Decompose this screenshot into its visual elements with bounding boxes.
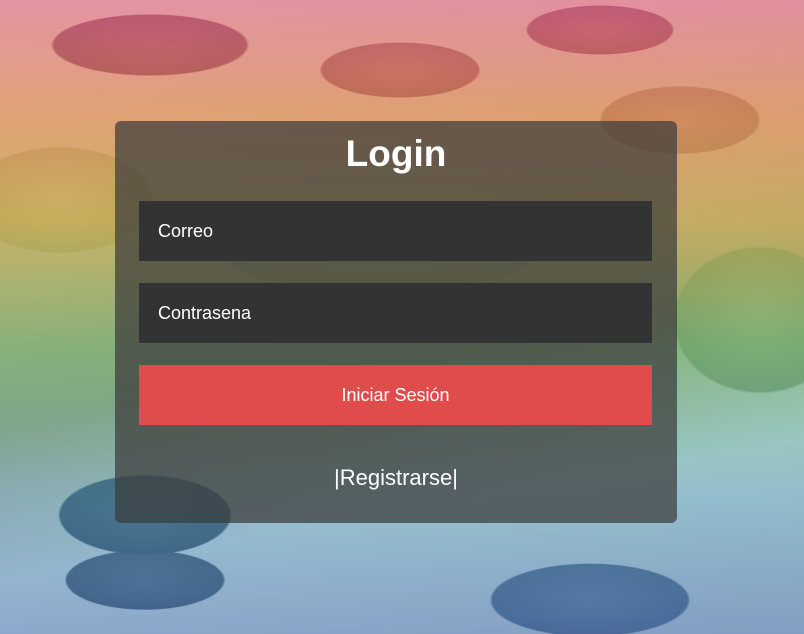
login-form: Login Iniciar Sesión |Registrarse| (115, 121, 677, 523)
login-button[interactable]: Iniciar Sesión (139, 365, 652, 425)
password-field[interactable] (139, 283, 652, 343)
login-page: Login Iniciar Sesión |Registrarse| (0, 0, 804, 634)
email-field[interactable] (139, 201, 652, 261)
login-title: Login (345, 133, 447, 174)
register-link[interactable]: |Registrarse| (115, 464, 677, 492)
